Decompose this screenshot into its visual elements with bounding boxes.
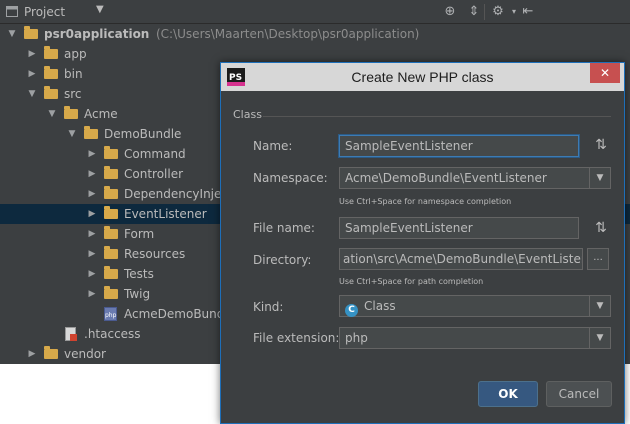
tree-item-label: AcmeDemoBund	[124, 307, 225, 321]
expand-arrow-closed-icon[interactable]: ▶	[86, 164, 98, 184]
folder-icon	[104, 146, 118, 159]
tree-item-label: Controller	[124, 167, 184, 181]
expand-arrow-closed-icon[interactable]: ▶	[86, 224, 98, 244]
file-extension-combobox[interactable]: php ▼	[339, 327, 611, 349]
chevron-down-icon[interactable]: ▼	[589, 168, 610, 188]
hide-panel-icon[interactable]: ⇤	[520, 4, 536, 20]
namespace-value: Acme\DemoBundle\EventListener	[345, 171, 547, 185]
expand-arrow-open-icon[interactable]: ▼	[66, 124, 78, 144]
tree-item-label: .htaccess	[84, 327, 141, 341]
folder-icon	[104, 186, 118, 199]
expand-arrow-open-icon[interactable]: ▼	[26, 84, 38, 104]
directory-hint: Use Ctrl+Space for path completion	[339, 277, 484, 286]
file-name-sort-arrows-icon[interactable]: ⇅	[590, 218, 612, 238]
tree-item-label: bin	[64, 67, 83, 81]
tree-item-app[interactable]: ▶ app	[0, 44, 630, 64]
dialog-title: Create New PHP class	[351, 69, 494, 85]
folder-icon	[104, 266, 118, 279]
expand-arrow-closed-icon[interactable]: ▶	[86, 244, 98, 264]
section-divider	[263, 116, 611, 117]
expand-arrow-closed-icon[interactable]: ▶	[86, 144, 98, 164]
tree-item-label: app	[64, 47, 87, 61]
folder-icon	[104, 206, 118, 219]
namespace-label: Namespace:	[253, 171, 328, 185]
namespace-combobox[interactable]: Acme\DemoBundle\EventListener ▼	[339, 167, 611, 189]
folder-icon	[64, 106, 78, 119]
file-name-input[interactable]: SampleEventListener	[339, 217, 579, 239]
directory-label: Directory:	[253, 253, 312, 267]
file-name-label: File name:	[253, 221, 315, 235]
tree-item-label: psr0application	[44, 27, 150, 41]
chevron-down-icon[interactable]: ▼	[589, 328, 610, 348]
file-extension-label: File extension:	[253, 331, 340, 345]
expand-arrow-closed-icon[interactable]: ▶	[86, 264, 98, 284]
php-file-icon: php	[104, 307, 117, 321]
expand-arrow-closed-icon[interactable]: ▶	[86, 284, 98, 304]
section-label-class: Class	[233, 108, 262, 121]
file-extension-value: php	[345, 331, 368, 345]
folder-icon	[104, 286, 118, 299]
create-php-class-dialog: PS Create New PHP class ✕ Class Name: Sa…	[220, 62, 625, 424]
htaccess-file-icon	[64, 327, 77, 341]
expand-arrow-closed-icon[interactable]: ▶	[26, 44, 38, 64]
folder-icon	[84, 126, 98, 139]
chevron-down-icon[interactable]: ▼	[589, 296, 610, 316]
expand-arrow-closed-icon[interactable]: ▶	[86, 184, 98, 204]
gear-icon[interactable]: ⚙	[490, 4, 506, 20]
name-sort-arrows-icon[interactable]: ⇅	[590, 135, 612, 155]
close-button[interactable]: ✕	[590, 63, 620, 83]
tree-item-label: Tests	[124, 267, 154, 281]
kind-combobox[interactable]: C Class ▼	[339, 295, 611, 317]
folder-icon	[104, 166, 118, 179]
expand-arrow-closed-icon[interactable]: ▶	[86, 204, 98, 224]
project-view-icon	[6, 6, 18, 17]
namespace-hint: Use Ctrl+Space for namespace completion	[339, 197, 512, 206]
chevron-down-icon[interactable]: ▼	[96, 4, 104, 15]
tree-item-label: Twig	[124, 287, 151, 301]
expand-arrow-open-icon[interactable]: ▼	[46, 104, 58, 124]
tree-item-label: Resources	[124, 247, 186, 261]
tree-item-psr0application[interactable]: ▼ psr0application (C:\Users\Maarten\Deskto…	[0, 24, 630, 44]
tree-item-label: Acme	[84, 107, 118, 121]
collapse-all-icon[interactable]: ⇕	[466, 4, 482, 20]
folder-icon	[104, 226, 118, 239]
folder-icon	[24, 26, 38, 39]
expand-arrow-closed-icon[interactable]: ▶	[26, 344, 38, 364]
project-root-path: (C:\Users\Maarten\Desktop\psr0applicatio…	[156, 27, 420, 41]
tree-item-label: DependencyInjec	[124, 187, 228, 201]
name-input[interactable]: SampleEventListener	[339, 135, 579, 157]
tree-item-label: vendor	[64, 347, 106, 361]
tree-item-label: Form	[124, 227, 155, 241]
header-divider	[484, 4, 485, 20]
expand-arrow-open-icon[interactable]: ▼	[6, 24, 18, 44]
folder-icon	[44, 46, 58, 59]
tree-item-label: Command	[124, 147, 186, 161]
class-kind-icon: C	[345, 304, 358, 317]
expand-arrow-closed-icon[interactable]: ▶	[26, 64, 38, 84]
tree-item-label: EventListener	[124, 207, 207, 221]
directory-input[interactable]: ation\src\Acme\DemoBundle\EventListener	[339, 248, 583, 270]
svg-text:php: php	[105, 312, 117, 319]
name-label: Name:	[253, 139, 293, 153]
dialog-titlebar[interactable]: PS Create New PHP class ✕	[221, 63, 624, 91]
folder-icon	[104, 246, 118, 259]
folder-icon	[44, 86, 58, 99]
kind-value: Class	[364, 299, 396, 313]
browse-directory-button[interactable]: ...	[587, 248, 609, 270]
tree-item-label: DemoBundle	[104, 127, 182, 141]
scroll-from-source-icon[interactable]: ⊕	[442, 4, 458, 20]
project-view-title[interactable]: Project	[24, 5, 65, 19]
tree-item-label: src	[64, 87, 82, 101]
ok-button[interactable]: OK	[478, 381, 538, 407]
project-panel-header: Project ▼ ⊕ ⇕ ⚙ ▾ ⇤	[0, 0, 630, 24]
folder-icon	[44, 346, 58, 359]
kind-label: Kind:	[253, 300, 284, 314]
folder-icon	[44, 66, 58, 79]
cancel-button[interactable]: Cancel	[546, 381, 612, 407]
